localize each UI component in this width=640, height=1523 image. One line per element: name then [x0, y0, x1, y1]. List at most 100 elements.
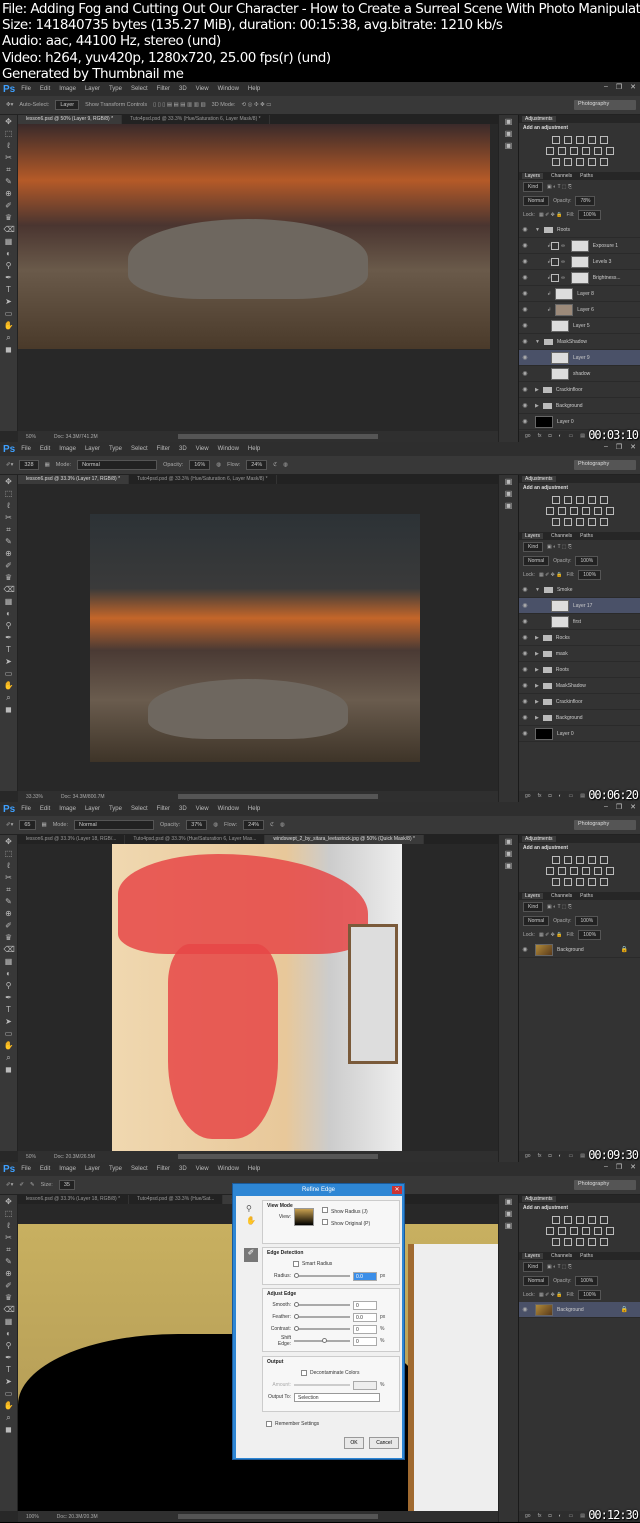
- tool-icon[interactable]: ⌕: [4, 1053, 14, 1063]
- tool-icon[interactable]: ✒: [4, 633, 14, 643]
- history-icon[interactable]: ▣: [504, 477, 514, 487]
- tool-icon[interactable]: ⌫: [4, 225, 15, 235]
- gradient-map-icon[interactable]: [587, 518, 596, 526]
- vibrance-icon[interactable]: [599, 1216, 608, 1224]
- layers-footer-icon[interactable]: go: [525, 1513, 531, 1520]
- menu-help[interactable]: Help: [248, 446, 260, 452]
- hue-saturation-icon[interactable]: [545, 1227, 554, 1235]
- blend-mode-dropdown[interactable]: Normal: [523, 916, 550, 926]
- threshold-icon[interactable]: [575, 1238, 584, 1246]
- layer-row[interactable]: ◉ ↲ ∞ Brightness...: [519, 270, 640, 286]
- menu-layer[interactable]: Layer: [85, 446, 100, 452]
- menu-edit[interactable]: Edit: [40, 1166, 50, 1172]
- menu-window[interactable]: Window: [218, 806, 239, 812]
- tab-layers[interactable]: Layers: [522, 1253, 544, 1259]
- workspace-dropdown[interactable]: Photography: [574, 1180, 636, 1190]
- color-balance-icon[interactable]: [557, 147, 566, 155]
- menu-window[interactable]: Window: [218, 1166, 239, 1172]
- black-white-icon[interactable]: [569, 867, 578, 875]
- layer-row[interactable]: ◉ ▼ Smoke: [519, 582, 640, 598]
- invert-icon[interactable]: [551, 158, 560, 166]
- show-transform-controls[interactable]: Show Transform Controls: [85, 102, 147, 108]
- menu-help[interactable]: Help: [248, 806, 260, 812]
- tool-icon[interactable]: ✋: [4, 681, 14, 691]
- fill-field[interactable]: 100%: [578, 210, 602, 220]
- pressure-size-icon[interactable]: ◍: [283, 462, 288, 468]
- close-button[interactable]: ✕: [630, 443, 636, 451]
- brush-panel-icon[interactable]: ▦: [45, 462, 50, 468]
- threshold-icon[interactable]: [575, 158, 584, 166]
- kind-filter-dropdown[interactable]: Kind: [523, 1262, 544, 1272]
- vibrance-icon[interactable]: [599, 496, 608, 504]
- visibility-eye-icon[interactable]: ◉: [519, 338, 531, 345]
- photo-filter-icon[interactable]: [581, 507, 590, 515]
- tool-icon[interactable]: ⬚: [4, 129, 14, 139]
- visibility-eye-icon[interactable]: ◉: [519, 730, 531, 737]
- photo-filter-icon[interactable]: [581, 147, 590, 155]
- airbrush-icon[interactable]: ℭ: [270, 822, 274, 828]
- layer-row[interactable]: ◉ ▶ Rocks: [519, 630, 640, 646]
- tab-paths[interactable]: Paths: [580, 1253, 593, 1259]
- color-balance-icon[interactable]: [557, 867, 566, 875]
- tab-layers[interactable]: Layers: [522, 893, 544, 899]
- visibility-eye-icon[interactable]: ◉: [519, 322, 531, 329]
- menu-image[interactable]: Image: [59, 86, 76, 92]
- menu-3d[interactable]: 3D: [179, 86, 187, 92]
- color-balance-icon[interactable]: [557, 507, 566, 515]
- tool-icon[interactable]: ✋: [4, 321, 14, 331]
- opacity-field[interactable]: 16%: [189, 460, 211, 470]
- blend-mode-dropdown[interactable]: Normal: [523, 1276, 550, 1286]
- menu-3d[interactable]: 3D: [179, 446, 187, 452]
- fill-field[interactable]: 100%: [578, 570, 602, 580]
- actions-icon[interactable]: ▣: [504, 489, 514, 499]
- tool-icon[interactable]: ✂: [4, 1233, 14, 1243]
- tool-icon[interactable]: ⚲: [4, 621, 14, 631]
- tool-icon[interactable]: ✐: [4, 201, 14, 211]
- document-tab[interactable]: lesson6.psd @ 33.3% (Layer 18, RGB/...: [18, 835, 126, 844]
- tool-icon[interactable]: ♛: [4, 1293, 14, 1303]
- properties-icon[interactable]: ▣: [504, 1221, 514, 1231]
- menu-file[interactable]: File: [21, 86, 31, 92]
- threshold-icon[interactable]: [575, 518, 584, 526]
- menu-window[interactable]: Window: [218, 446, 239, 452]
- tool-icon[interactable]: ⬚: [4, 1209, 14, 1219]
- checkbox[interactable]: [301, 1370, 307, 1376]
- document-tab[interactable]: Tuto4psd.psd @ 33.3% (Hue/Saturation 6, …: [125, 835, 266, 844]
- layers-footer-icon[interactable]: ◘: [548, 1513, 551, 1520]
- layer-row[interactable]: ◉ first: [519, 614, 640, 630]
- visibility-eye-icon[interactable]: ◉: [519, 602, 531, 609]
- tool-icon[interactable]: ✥: [4, 1197, 14, 1207]
- visibility-eye-icon[interactable]: ◉: [519, 274, 531, 281]
- lock-icons[interactable]: ▦ ✐ ✥ 🔒: [539, 1292, 563, 1298]
- color-swatches[interactable]: ◼: [4, 1065, 14, 1075]
- close-button[interactable]: ✕: [630, 803, 636, 811]
- color-lookup-icon[interactable]: [605, 867, 614, 875]
- tool-icon[interactable]: ⌗: [4, 165, 14, 175]
- color-swatches[interactable]: ◼: [4, 1425, 14, 1435]
- tool-icon[interactable]: ✋: [4, 1401, 14, 1411]
- tool-icon[interactable]: T: [4, 285, 14, 295]
- menu-layer[interactable]: Layer: [85, 1166, 100, 1172]
- selective-color-icon[interactable]: [599, 1238, 608, 1246]
- tab-paths[interactable]: Paths: [580, 173, 593, 179]
- expand-arrow-closed[interactable]: ▶: [535, 387, 539, 393]
- gradient-map-icon[interactable]: [587, 878, 596, 886]
- layers-footer-icon[interactable]: fx: [538, 793, 542, 800]
- vibrance-icon[interactable]: [599, 856, 608, 864]
- smooth-slider[interactable]: [294, 1302, 350, 1307]
- tool-icon[interactable]: ✒: [4, 273, 14, 283]
- visibility-eye-icon[interactable]: ◉: [519, 946, 531, 953]
- history-icon[interactable]: ▣: [504, 1197, 514, 1207]
- tool-icon[interactable]: ✎: [4, 1257, 14, 1267]
- curves-icon[interactable]: [575, 1216, 584, 1224]
- layer-row[interactable]: ◉ ▶ Background: [519, 398, 640, 414]
- brightness-icon[interactable]: [551, 856, 560, 864]
- canvas-area[interactable]: [18, 484, 498, 791]
- align-icons[interactable]: ▯ ▯ ▯ ▤ ▤ ▤ ▥ ▥ ▥: [153, 102, 205, 108]
- layer-row[interactable]: ◉ Background 🔒: [519, 1302, 640, 1318]
- view-preview-dropdown[interactable]: [294, 1208, 314, 1226]
- gradient-map-icon[interactable]: [587, 1238, 596, 1246]
- tool-icon[interactable]: ℓ: [4, 861, 14, 871]
- invert-icon[interactable]: [551, 1238, 560, 1246]
- visibility-eye-icon[interactable]: ◉: [519, 586, 531, 593]
